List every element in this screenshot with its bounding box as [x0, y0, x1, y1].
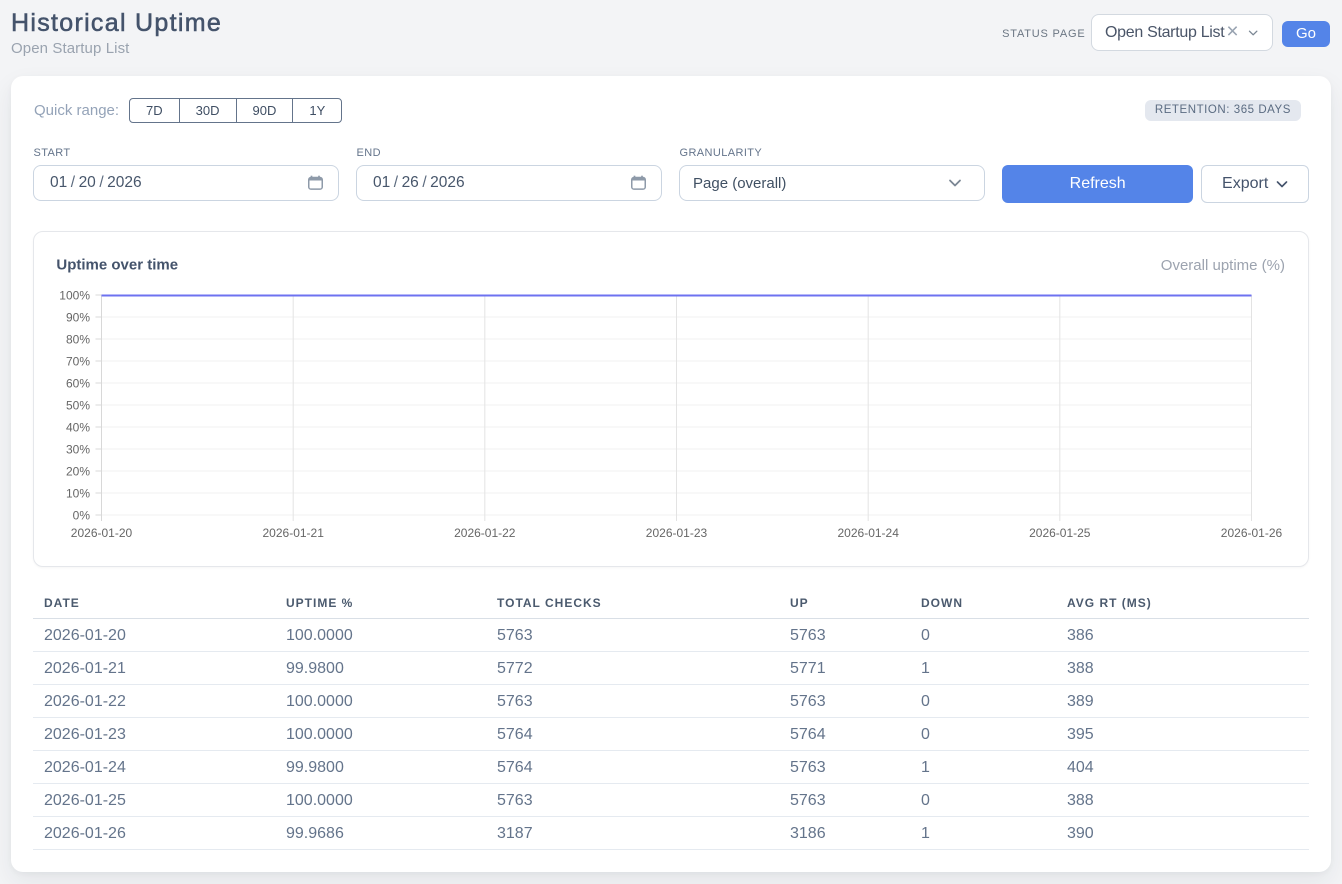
svg-text:60%: 60% — [66, 376, 90, 390]
svg-text:90%: 90% — [66, 310, 90, 324]
svg-text:20%: 20% — [66, 464, 90, 478]
svg-text:40%: 40% — [66, 420, 90, 434]
svg-text:30%: 30% — [66, 442, 90, 456]
svg-text:Overall uptime (%): Overall uptime (%) — [1161, 257, 1285, 274]
svg-text:2026-01-22: 2026-01-22 — [454, 526, 516, 540]
svg-text:70%: 70% — [66, 354, 90, 368]
svg-text:2026-01-20: 2026-01-20 — [71, 526, 133, 540]
svg-text:100%: 100% — [59, 288, 90, 302]
svg-text:0%: 0% — [73, 508, 91, 522]
svg-text:Uptime over time: Uptime over time — [56, 257, 178, 274]
svg-text:50%: 50% — [66, 398, 90, 412]
svg-text:10%: 10% — [66, 486, 90, 500]
svg-text:2026-01-24: 2026-01-24 — [838, 526, 900, 540]
svg-text:2026-01-23: 2026-01-23 — [646, 526, 708, 540]
svg-text:2026-01-25: 2026-01-25 — [1029, 526, 1091, 540]
svg-text:80%: 80% — [66, 332, 90, 346]
svg-text:2026-01-21: 2026-01-21 — [263, 526, 325, 540]
svg-text:2026-01-26: 2026-01-26 — [1221, 526, 1283, 540]
